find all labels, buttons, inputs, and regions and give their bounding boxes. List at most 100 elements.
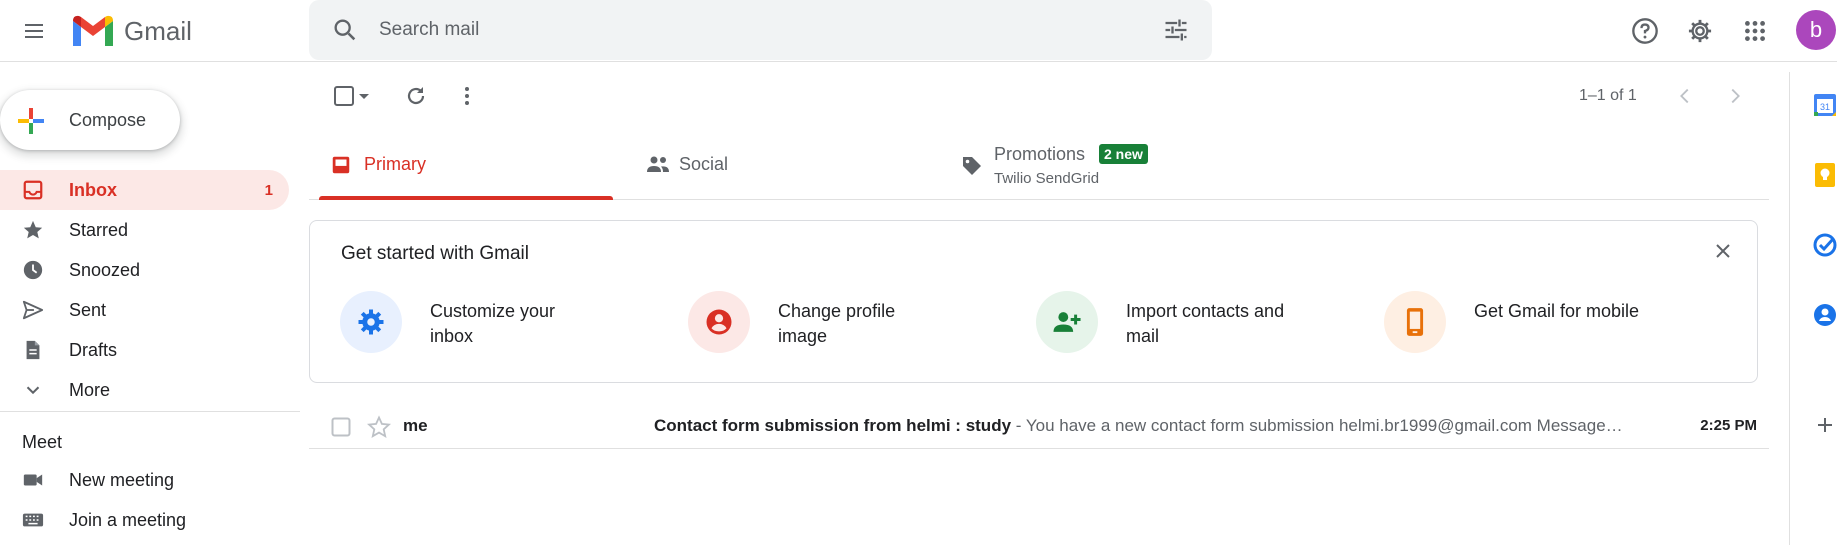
pagination-label: 1–1 of 1 [1579,87,1637,104]
star-icon[interactable] [367,415,391,439]
add-icon[interactable] [1812,412,1837,438]
close-icon[interactable] [1713,241,1733,261]
contacts-icon[interactable] [1812,302,1837,328]
keyboard-icon [22,509,44,531]
compose-label: Compose [69,109,147,130]
new-meeting-button[interactable]: New meeting [0,460,289,500]
card-title: Get started with Gmail [341,243,529,264]
tab-label: Promotions [994,144,1086,164]
sidebar-item-label: Sent [69,299,107,320]
sidebar-item-drafts[interactable]: Drafts [0,330,289,370]
inbox-icon [22,179,44,201]
divider [0,411,300,412]
chevron-down-icon [22,379,44,401]
option-label: Import contacts and mail [1126,301,1285,346]
inbox-icon [332,156,350,174]
sidebar-item-snoozed[interactable]: Snoozed [0,250,289,290]
unread-count: 1 [264,181,273,199]
tab-label: Primary [364,154,426,174]
avatar[interactable]: b [1796,10,1836,50]
chevron-left-icon [1680,88,1689,104]
import-contacts-option[interactable]: Import contacts and mail [1036,291,1356,355]
tab-promotions[interactable]: Promotions 2 new Twilio SendGrid [949,130,1349,200]
sidebar-item-inbox[interactable]: Inbox 1 [0,170,289,210]
tag-icon [963,157,981,175]
settings-button[interactable] [1680,11,1720,51]
select-dropdown[interactable] [354,81,374,111]
keep-icon[interactable] [1812,162,1837,188]
category-tabs: Primary Social Promotions 2 new Twilio S… [309,130,1769,200]
sidebar-item-label: Snoozed [69,259,141,280]
gear-icon [340,291,402,353]
active-tab-indicator [319,196,613,200]
app-name: Gmail [124,15,192,46]
search-options-icon[interactable] [1162,16,1190,44]
join-meeting-button[interactable]: Join a meeting [0,500,289,540]
more-vert-icon [465,87,469,105]
gear-icon [1688,19,1712,43]
phone-icon [1384,291,1446,353]
plus-icon [18,108,44,134]
star-icon [22,219,44,241]
clock-icon [22,259,44,281]
search-bar [309,0,1212,60]
compose-button[interactable]: Compose [0,90,180,150]
sidebar-item-more[interactable]: More [0,370,289,410]
tab-sender-preview: Twilio SendGrid [994,170,1100,187]
email-preview: Contact form submission from helmi : stu… [654,416,1624,436]
chevron-right-icon [1731,88,1740,104]
email-snippet: - You have a new contact form submission… [1011,416,1624,435]
email-sender: me [403,416,428,435]
main-menu-button[interactable] [14,11,54,51]
svg-text:31: 31 [1820,102,1830,112]
tab-primary[interactable]: Primary [319,130,613,200]
search-icon[interactable] [331,16,359,44]
sidebar-item-label: More [69,379,111,400]
refresh-button[interactable] [401,81,431,111]
row-checkbox[interactable] [331,417,351,437]
support-button[interactable] [1625,11,1665,51]
sidebar-item-label: Inbox [69,179,117,200]
tasks-icon[interactable] [1812,232,1837,258]
account-circle-icon [688,291,750,353]
search-input[interactable] [379,14,1139,46]
hamburger-icon [25,24,43,38]
meet-section-title: Meet [22,432,63,452]
calendar-icon[interactable]: 31 [1812,92,1837,118]
side-panel: 31 [1789,72,1837,545]
option-label: Get Gmail for mobile [1474,301,1640,321]
get-started-card: Get started with Gmail Customize your in… [309,220,1758,383]
newer-button[interactable] [1670,81,1700,111]
people-icon [647,156,669,172]
sidebar-item-label: Starred [69,219,129,240]
change-profile-image-option[interactable]: Change profile image [688,291,1008,355]
person-add-icon [1036,291,1098,353]
toolbar: 1–1 of 1 [309,62,1769,130]
older-button[interactable] [1720,81,1750,111]
refresh-icon [407,87,425,105]
main-panel: 1–1 of 1 Primary Social Promotions 2 new [309,62,1769,545]
option-label: Customize your inbox [430,301,556,346]
sidebar-item-label: New meeting [69,469,175,490]
gmail-logo[interactable]: Gmail [70,11,192,51]
email-subject: Contact form submission from helmi : stu… [654,416,1012,435]
email-row[interactable]: me Contact form submission from helmi : … [309,404,1769,449]
more-options-button[interactable] [452,81,482,111]
new-count-badge: 2 new [1099,144,1148,164]
sidebar-item-label: Drafts [69,339,118,360]
tab-social[interactable]: Social [634,130,928,200]
get-mobile-option[interactable]: Get Gmail for mobile [1384,291,1704,355]
draft-icon [22,339,44,361]
sidebar: Compose Inbox 1 Starred Snoozed Sent Dra… [0,62,300,545]
option-label: Change profile image [778,301,896,346]
video-icon [22,469,44,491]
send-icon [22,299,44,321]
caret-down-icon [359,94,369,99]
customize-inbox-option[interactable]: Customize your inbox [340,291,660,355]
apps-button[interactable] [1735,11,1775,51]
gmail-app: Gmail b [0,0,1837,545]
sidebar-item-label: Join a meeting [69,509,187,530]
email-time: 2:25 PM [1700,417,1757,434]
sidebar-item-starred[interactable]: Starred [0,210,289,250]
sidebar-item-sent[interactable]: Sent [0,290,289,330]
